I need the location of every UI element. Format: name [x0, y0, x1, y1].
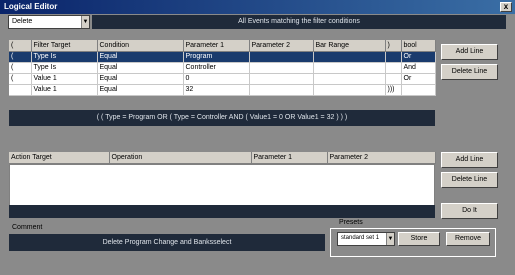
action-list-area[interactable] [9, 164, 435, 206]
filter-target-cell[interactable]: Type Is [31, 62, 98, 74]
condition-cell[interactable]: Equal [97, 51, 184, 63]
filter-expression: ( ( Type = Program OR ( Type = Controlle… [96, 114, 348, 121]
bar-range-cell[interactable] [313, 62, 386, 74]
filter-target-cell[interactable]: Type Is [31, 51, 98, 63]
filter-row[interactable]: ( Type Is Equal Program Or [9, 51, 436, 63]
parameter1-cell[interactable]: 0 [183, 73, 250, 85]
close-bracket-cell[interactable] [385, 73, 402, 85]
column-header[interactable]: Filter Target [31, 40, 98, 52]
do-it-button[interactable]: Do It [441, 203, 498, 219]
close-button[interactable]: x [500, 2, 512, 12]
action-delete-line-button[interactable]: Delete Line [441, 172, 498, 188]
filter-conditions-table[interactable]: ( Filter Target Condition Parameter 1 Pa… [9, 40, 436, 96]
mode-caption: All Events matching the filter condition… [238, 18, 360, 25]
status-bar [9, 205, 435, 218]
filter-header-row: ( Filter Target Condition Parameter 1 Pa… [9, 40, 436, 52]
filter-row[interactable]: ( Value 1 Equal 0 Or [9, 73, 436, 85]
parameter1-cell[interactable]: 32 [183, 84, 250, 96]
comment-text[interactable]: Delete Program Change and Banksselect [103, 239, 232, 246]
editor-body: Delete ▼ All Events matching the filter … [0, 14, 515, 275]
mode-caption-bar: All Events matching the filter condition… [92, 15, 506, 29]
bar-range-cell[interactable] [313, 84, 386, 96]
title-bar: Logical Editor x [0, 0, 515, 14]
bar-range-cell[interactable] [313, 51, 386, 63]
condition-cell[interactable]: Equal [97, 84, 184, 96]
column-header[interactable]: Parameter 2 [327, 152, 436, 164]
function-mode-select[interactable]: Delete ▼ [8, 15, 90, 29]
column-header[interactable]: Bar Range [313, 40, 386, 52]
window-title: Logical Editor [4, 2, 58, 11]
parameter1-cell[interactable]: Program [183, 51, 250, 63]
function-mode-value: Delete [12, 18, 33, 25]
open-bracket-cell[interactable]: ( [9, 73, 32, 85]
filter-delete-line-button[interactable]: Delete Line [441, 64, 498, 80]
filter-expression-bar: ( ( Type = Program OR ( Type = Controlle… [9, 110, 435, 126]
filter-target-cell[interactable]: Value 1 [31, 73, 98, 85]
presets-label: Presets [337, 219, 365, 226]
bar-range-cell[interactable] [313, 73, 386, 85]
action-add-line-button[interactable]: Add Line [441, 152, 498, 168]
store-preset-button[interactable]: Store [398, 232, 440, 246]
bool-cell[interactable]: Or [401, 73, 436, 85]
preset-select[interactable]: standard set 1 ▼ [337, 232, 395, 246]
filter-row[interactable]: ( Type Is Equal Controller And [9, 62, 436, 74]
action-table-header[interactable]: Action Target Operation Parameter 1 Para… [9, 152, 436, 164]
bool-cell[interactable]: Or [401, 51, 436, 63]
comment-label: Comment [12, 224, 43, 231]
column-header[interactable]: Parameter 1 [183, 40, 250, 52]
column-header[interactable]: ) [385, 40, 402, 52]
condition-cell[interactable]: Equal [97, 73, 184, 85]
close-bracket-cell[interactable]: ))) [385, 84, 402, 96]
column-header[interactable]: Parameter 1 [251, 152, 328, 164]
chevron-down-icon[interactable]: ▼ [81, 16, 89, 28]
open-bracket-cell[interactable]: ( [9, 51, 32, 63]
action-header-row: Action Target Operation Parameter 1 Para… [9, 152, 436, 164]
parameter2-cell[interactable] [249, 84, 314, 96]
filter-add-line-button[interactable]: Add Line [441, 44, 498, 60]
column-header[interactable]: bool [401, 40, 436, 52]
preset-value: standard set 1 [341, 235, 380, 241]
parameter2-cell[interactable] [249, 73, 314, 85]
column-header[interactable]: Operation [109, 152, 252, 164]
comment-field[interactable]: Delete Program Change and Banksselect [9, 234, 325, 251]
condition-cell[interactable]: Equal [97, 62, 184, 74]
bool-cell[interactable] [401, 84, 436, 96]
close-bracket-cell[interactable] [385, 62, 402, 74]
parameter1-cell[interactable]: Controller [183, 62, 250, 74]
filter-target-cell[interactable]: Value 1 [31, 84, 98, 96]
column-header[interactable]: Condition [97, 40, 184, 52]
column-header[interactable]: Action Target [9, 152, 110, 164]
chevron-down-icon[interactable]: ▼ [386, 233, 394, 245]
column-header[interactable]: ( [9, 40, 32, 52]
remove-preset-button[interactable]: Remove [446, 232, 490, 246]
filter-row[interactable]: Value 1 Equal 32 ))) [9, 84, 436, 96]
parameter2-cell[interactable] [249, 62, 314, 74]
parameter2-cell[interactable] [249, 51, 314, 63]
open-bracket-cell[interactable]: ( [9, 62, 32, 74]
column-header[interactable]: Parameter 2 [249, 40, 314, 52]
close-bracket-cell[interactable] [385, 51, 402, 63]
bool-cell[interactable]: And [401, 62, 436, 74]
open-bracket-cell[interactable] [9, 84, 32, 96]
